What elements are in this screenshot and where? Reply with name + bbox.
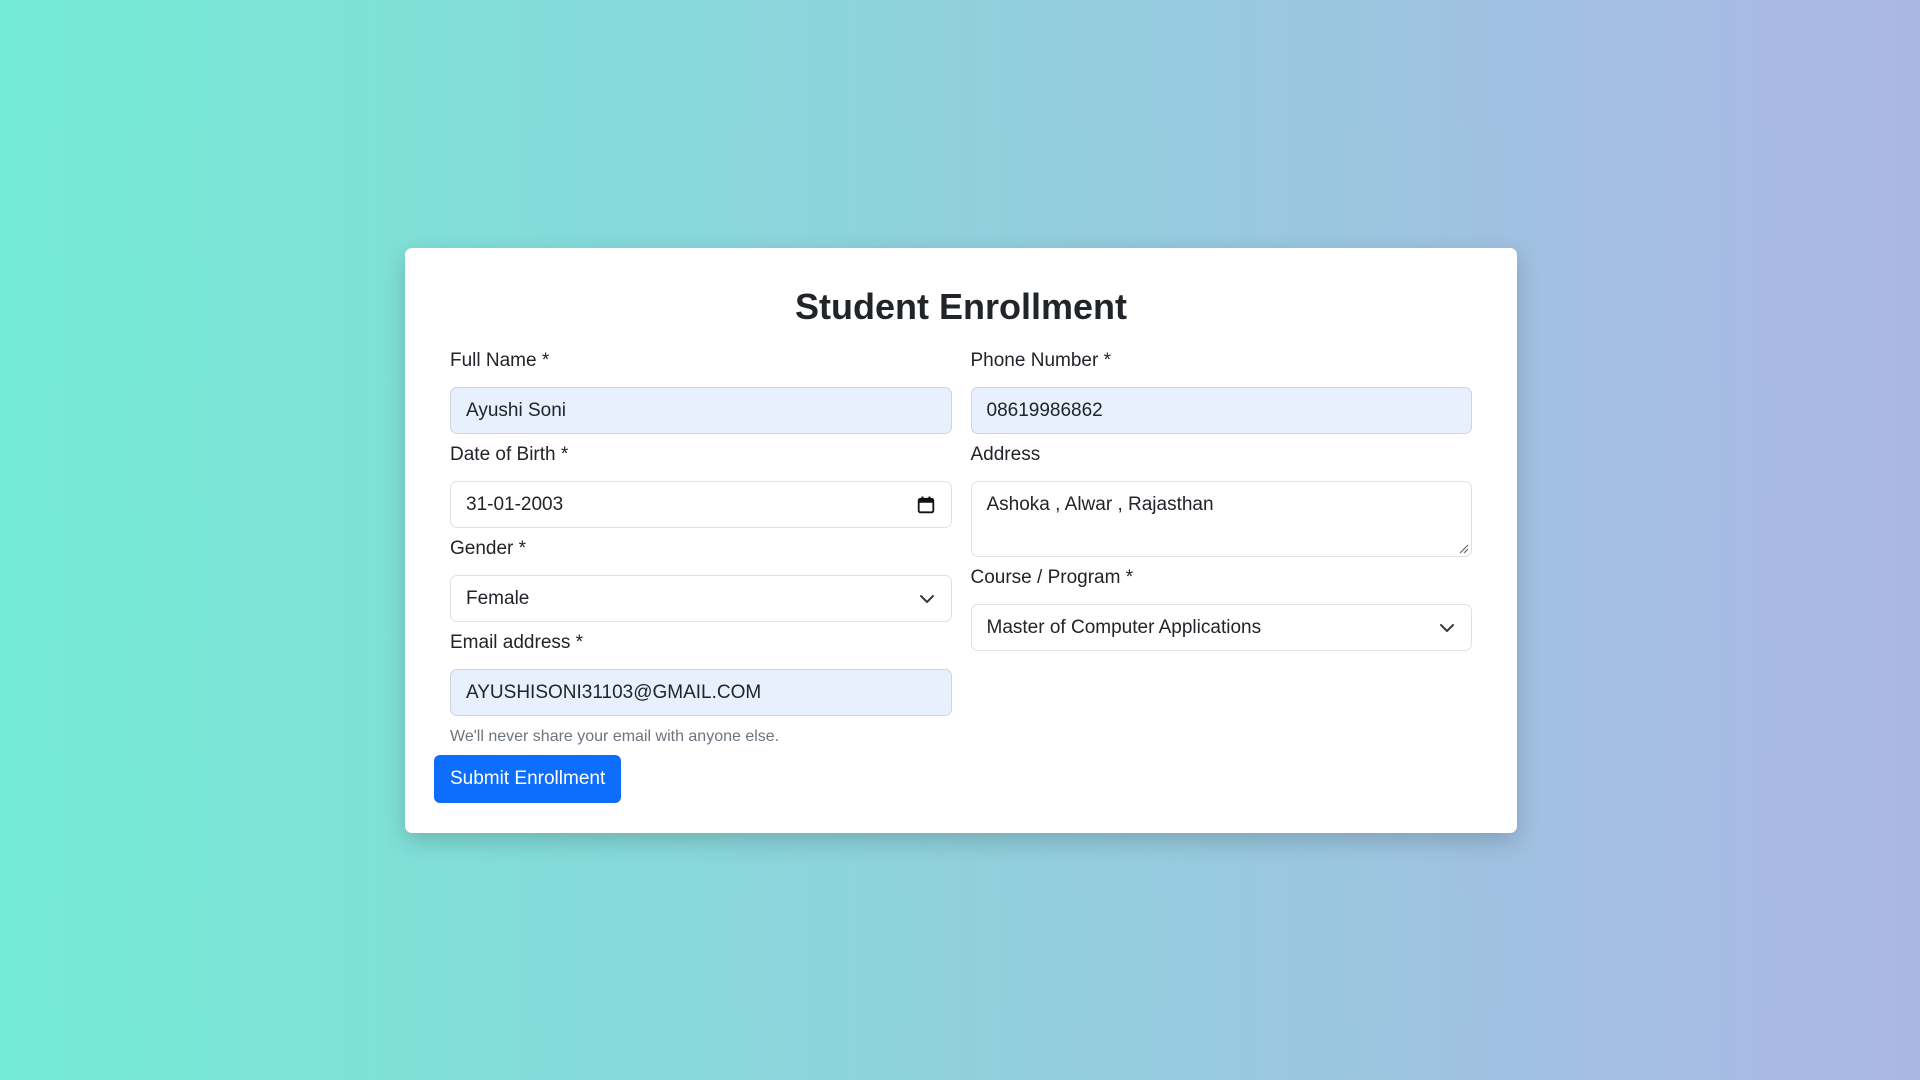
phone-input[interactable]: 08619986862 [970,387,1472,434]
submit-enrollment-button[interactable]: Submit Enrollment [434,755,622,803]
gender-label: Gender * [450,538,527,559]
address-label: Address [970,444,1041,465]
email-value: AYUSHISONI31103@GMAIL.COM [466,682,762,703]
dob-value: 31-01-2003 [466,494,564,515]
gender-select[interactable]: Female [450,575,952,622]
enrollment-card: Student Enrollment Full Name * Ayushi So… [405,248,1517,833]
address-value: Ashoka , Alwar , Rajasthan [986,494,1214,515]
full-name-input[interactable]: Ayushi Soni [450,387,952,434]
course-value: Master of Computer Applications [986,617,1262,638]
email-help-text: We'll never share your email with anyone… [450,728,780,745]
dob-label: Date of Birth * [450,444,569,465]
address-textarea[interactable]: Ashoka , Alwar , Rajasthan [970,481,1472,557]
course-select[interactable]: Master of Computer Applications [970,604,1472,651]
phone-value: 08619986862 [986,400,1103,421]
chevron-down-icon [919,576,935,621]
course-label: Course / Program * [970,567,1134,588]
phone-label: Phone Number * [970,350,1111,371]
email-label: Email address * [450,632,584,653]
full-name-label: Full Name * [450,350,550,371]
email-input[interactable]: AYUSHISONI31103@GMAIL.COM [450,669,952,716]
dob-input[interactable]: 31-01-2003 [450,481,952,528]
chevron-down-icon [1439,605,1455,650]
calendar-icon[interactable] [917,482,935,527]
full-name-value: Ayushi Soni [466,400,566,421]
form-columns: Full Name * Ayushi Soni Date of Birth * … [450,346,1472,748]
right-column: Phone Number * 08619986862 Address Ashok… [970,346,1472,748]
page-title: Student Enrollment [795,286,1127,327]
left-column: Full Name * Ayushi Soni Date of Birth * … [450,346,952,748]
gender-value: Female [466,588,530,609]
resize-handle-icon[interactable] [1457,542,1469,554]
